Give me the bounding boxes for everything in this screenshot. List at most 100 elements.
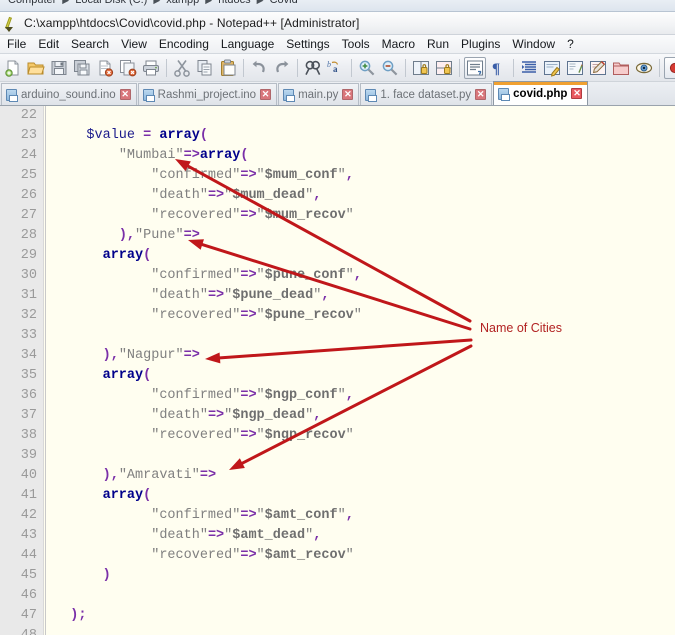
menu-item-file[interactable]: File (1, 36, 32, 52)
sync-vertical-scroll-icon[interactable] (410, 57, 432, 79)
code-line-36[interactable]: "confirmed"=>"$ngp_conf", (54, 386, 362, 406)
close-file-icon[interactable] (94, 57, 116, 79)
tab-close-icon[interactable]: ✕ (342, 89, 354, 100)
menu-item-run[interactable]: Run (421, 36, 455, 52)
breadcrumb-item-computer[interactable]: Computer (6, 0, 58, 6)
find-icon[interactable] (302, 57, 324, 79)
menu-item-tools[interactable]: Tools (336, 36, 376, 52)
show-doc-map-icon[interactable] (564, 57, 586, 79)
code-line-31[interactable]: "death"=>"$pune_dead", (54, 286, 362, 306)
monitoring-icon[interactable] (633, 57, 655, 79)
folder-as-workspace-icon[interactable] (610, 57, 632, 79)
window-title: C:\xampp\htdocs\Covid\covid.php - Notepa… (24, 16, 360, 30)
record-macro-icon[interactable] (664, 56, 675, 79)
indent-guide-icon[interactable] (518, 57, 540, 79)
code-line-34[interactable]: ),"Nagpur"=> (54, 346, 362, 366)
line-number: 22 (20, 108, 37, 123)
code-token: $pune_dead (232, 288, 314, 303)
sync-horizontal-scroll-icon[interactable] (433, 57, 455, 79)
code-line-41[interactable]: array( (54, 486, 362, 506)
code-line-35[interactable]: array( (54, 366, 362, 386)
code-surface[interactable]: $value = array( "Mumbai"=>array( "confir… (54, 106, 675, 635)
code-line-42[interactable]: "confirmed"=>"$amt_conf", (54, 506, 362, 526)
menu-item-settings[interactable]: Settings (280, 36, 335, 52)
word-wrap-icon[interactable] (464, 56, 486, 79)
code-line-33[interactable] (54, 326, 362, 346)
code-line-30[interactable]: "confirmed"=>"$pune_conf", (54, 266, 362, 286)
close-all-icon[interactable] (117, 57, 139, 79)
code-token: "recovered" (151, 308, 241, 323)
menu-item-view[interactable]: View (115, 36, 153, 52)
breadcrumb-item-xampp[interactable]: xampp (164, 0, 201, 6)
code-line-28[interactable]: ),"Pune"=> (54, 226, 362, 246)
menu-item-edit[interactable]: Edit (32, 36, 65, 52)
redo-icon[interactable] (271, 57, 293, 79)
paste-icon[interactable] (217, 57, 239, 79)
code-token: " (345, 268, 354, 283)
menu-item-search[interactable]: Search (65, 36, 115, 52)
code-line-24[interactable]: "Mumbai"=>array( (54, 146, 362, 166)
menu-item-language[interactable]: Language (215, 36, 280, 52)
tab-1-face-dataset-py[interactable]: 1. face dataset.py ✕ (360, 83, 493, 105)
function-list-icon[interactable] (587, 57, 609, 79)
breadcrumb-item-covid[interactable]: Covid (268, 0, 300, 6)
code-line-40[interactable]: ),"Amravati"=> (54, 466, 362, 486)
line-number: 43 (20, 528, 37, 543)
code-line-27[interactable]: "recovered"=>"$mum_recov" (54, 206, 362, 226)
code-editor[interactable]: 22 23 24 25 26 27 28 29 30 31 32 33 34 35 36 37 38 39 40 41… (0, 106, 675, 635)
copy-icon[interactable] (194, 57, 216, 79)
code-line-47[interactable]: ); (54, 606, 362, 626)
code-line-45[interactable]: ) (54, 566, 362, 586)
menu-item-encoding[interactable]: Encoding (153, 36, 215, 52)
toolbar-separator (243, 58, 244, 77)
menu-item-macro[interactable]: Macro (376, 36, 421, 52)
document-icon (498, 87, 511, 101)
tab-close-icon[interactable]: ✕ (260, 89, 272, 100)
tab-close-icon[interactable]: ✕ (119, 89, 131, 100)
line-number: 25 (20, 168, 37, 183)
code-line-26[interactable]: "death"=>"$mum_dead", (54, 186, 362, 206)
menu-item-window[interactable]: Window (506, 36, 561, 52)
save-all-icon[interactable] (71, 57, 93, 79)
code-line-44[interactable]: "recovered"=>"$amt_recov" (54, 546, 362, 566)
save-icon[interactable] (48, 57, 70, 79)
undo-icon[interactable] (248, 57, 270, 79)
menu-item-plugins[interactable]: Plugins (455, 36, 506, 52)
fold-margin[interactable] (45, 106, 54, 635)
explorer-breadcrumb-strip: Computer ▶ Local Disk (C:) ▶ xampp ▶ htdocs ▶ Co… (0, 0, 675, 12)
code-line-25[interactable]: "confirmed"=>"$mum_conf", (54, 166, 362, 186)
breadcrumb-item-local-disk-c[interactable]: Local Disk (C:) (73, 0, 149, 6)
tab-arduino-sound-ino[interactable]: arduino_sound.ino ✕ (1, 83, 137, 105)
tab-covid-php[interactable]: covid.php ✕ (493, 81, 589, 105)
code-line-39[interactable] (54, 446, 362, 466)
user-defined-language-icon[interactable] (541, 57, 563, 79)
code-line-22[interactable] (54, 106, 362, 126)
breadcrumb[interactable]: Computer ▶ Local Disk (C:) ▶ xampp ▶ htdocs ▶ Co… (6, 0, 300, 6)
tab-main-py[interactable]: main.py ✕ (278, 83, 360, 105)
code-line-32[interactable]: "recovered"=>"$pune_recov" (54, 306, 362, 326)
zoom-in-icon[interactable] (356, 57, 378, 79)
tab-rashmi-project-ino[interactable]: Rashmi_project.ino ✕ (137, 83, 278, 105)
code-line-43[interactable]: "death"=>"$amt_dead", (54, 526, 362, 546)
zoom-out-icon[interactable] (379, 57, 401, 79)
menu-item-help[interactable]: ? (561, 36, 580, 52)
code-line-48[interactable] (54, 626, 362, 635)
cut-icon[interactable] (171, 57, 193, 79)
line-number: 34 (20, 348, 37, 363)
tab-close-icon[interactable]: ✕ (571, 88, 583, 99)
code-line-23[interactable]: $value = array( (54, 126, 362, 146)
print-icon[interactable] (140, 57, 162, 79)
code-line-38[interactable]: "recovered"=>"$ngp_recov" (54, 426, 362, 446)
open-file-icon[interactable] (25, 57, 47, 79)
tab-close-icon[interactable]: ✕ (475, 89, 487, 100)
code-line-46[interactable] (54, 586, 362, 606)
show-all-characters-icon[interactable]: ¶ (487, 57, 509, 79)
code-line-37[interactable]: "death"=>"$ngp_dead", (54, 406, 362, 426)
new-file-icon[interactable] (2, 57, 24, 79)
breadcrumb-item-htdocs[interactable]: htdocs (216, 0, 252, 6)
code-line-29[interactable]: array( (54, 246, 362, 266)
replace-icon[interactable]: ba (325, 57, 347, 79)
